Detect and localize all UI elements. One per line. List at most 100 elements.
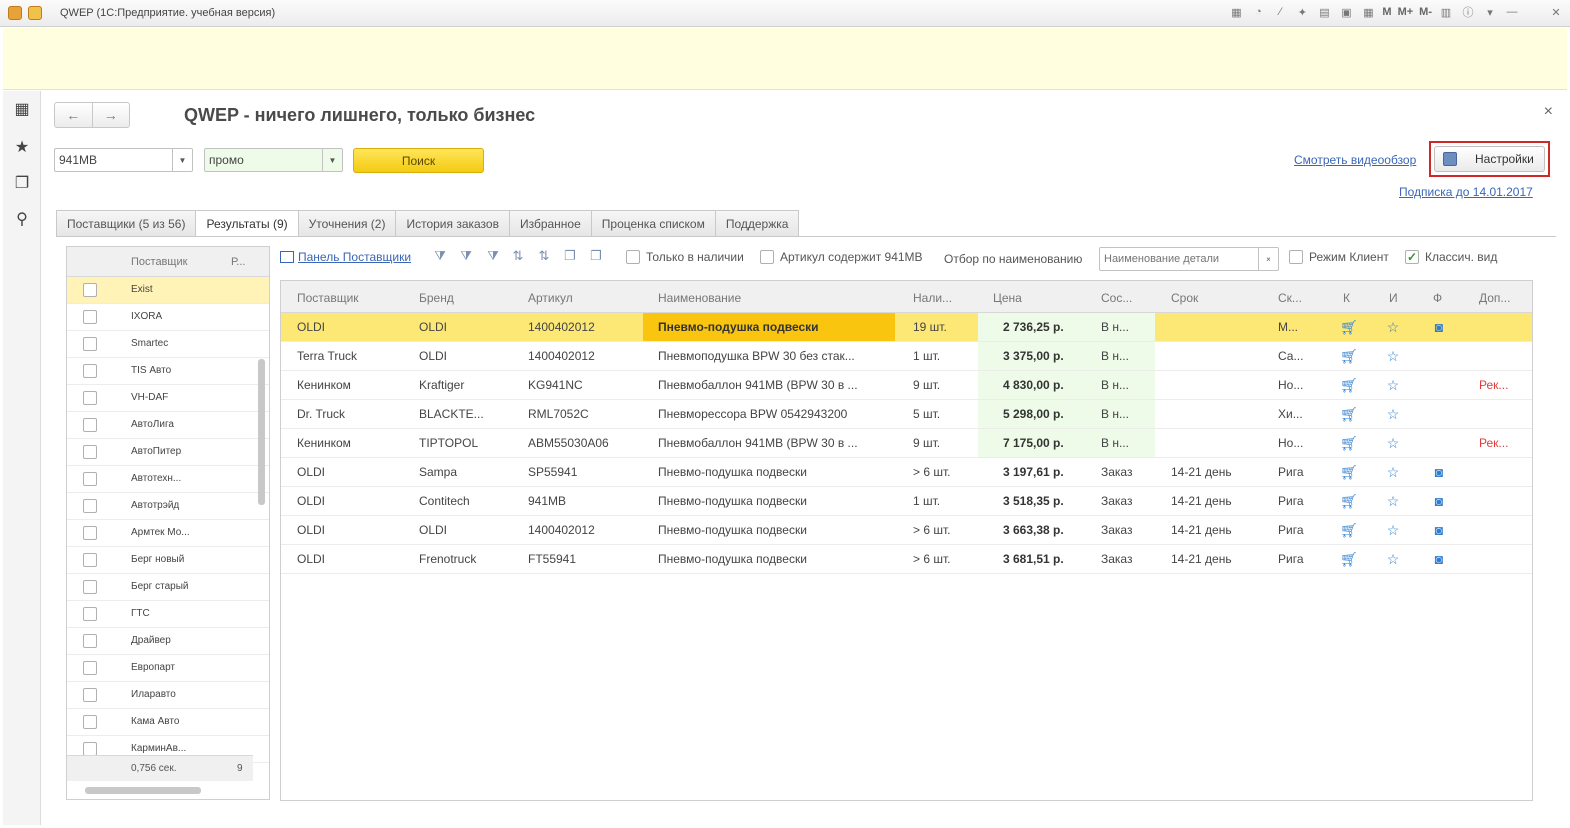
classic-view-checkbox[interactable]: ✓ Классич. вид [1405,250,1497,264]
supplier-checkbox[interactable] [83,688,97,702]
list-item[interactable]: Армтек Мо... [67,520,269,547]
cart-icon[interactable]: 🛒︎ [1340,493,1358,509]
list-item[interactable]: IXORA [67,304,269,331]
cart-icon[interactable]: 🛒︎ [1340,348,1358,364]
app-menu-icon[interactable] [28,6,42,20]
supplier-checkbox[interactable] [83,715,97,729]
filter-edit-icon[interactable]: ⧩ [458,247,474,265]
app-icon[interactable] [8,6,22,20]
star-outline-icon[interactable]: ☆ [1385,348,1401,364]
copy-icon[interactable]: ❐ [562,247,578,265]
only-in-stock-box[interactable] [626,250,640,264]
suppliers-vertical-scrollbar[interactable] [258,359,265,505]
list-item[interactable]: Exist [67,277,269,304]
only-in-stock-checkbox[interactable]: Только в наличии [626,250,744,264]
table-row[interactable]: OLDI Frenotruck FT55941 Пневмо-подушка подв… [281,545,1532,574]
sort-asc-icon[interactable]: ⇅ [510,247,526,265]
supplier-checkbox[interactable] [83,364,97,378]
subscription-link[interactable]: Подписка до 14.01.2017 [1399,185,1533,199]
suppliers-header-col2[interactable]: Р... [231,256,245,268]
col-favorite[interactable]: И [1389,291,1398,305]
grid-menu-icon[interactable]: ▦ [12,99,32,119]
search-mode-input[interactable] [205,149,322,171]
back-button[interactable]: ← [55,103,92,127]
supplier-checkbox[interactable] [83,553,97,567]
history-icon[interactable]: ◔ [1250,4,1266,20]
calculator-icon[interactable]: ▦ [1360,4,1376,20]
table-row[interactable]: OLDI Sampa SP55941 Пневмо-подушка подвески >… [281,458,1532,487]
info-icon[interactable]: ⓘ [1460,4,1476,20]
list-item[interactable]: TIS Авто [67,358,269,385]
list-item[interactable]: Драйвер [67,628,269,655]
table-row[interactable]: OLDI OLDI 1400402012 Пневмо-подушка подвеск… [281,313,1532,342]
check-icon[interactable]: ✓ [1405,250,1419,264]
tab-favorites[interactable]: Избранное [508,210,592,236]
col-supplier[interactable]: Поставщик [297,291,359,305]
panels-icon[interactable]: ▥ [1438,4,1454,20]
col-brand[interactable]: Бренд [419,291,454,305]
list-item[interactable]: Европарт [67,655,269,682]
calendar-icon[interactable]: ▦ [1228,4,1244,20]
supplier-checkbox[interactable] [83,634,97,648]
col-status[interactable]: Сос... [1101,291,1132,305]
tab-order-history[interactable]: История заказов [395,210,510,236]
tab-results[interactable]: Результаты (9) [195,210,299,237]
supplier-checkbox[interactable] [83,472,97,486]
supplier-checkbox[interactable] [83,337,97,351]
client-mode-box[interactable] [1289,250,1303,264]
chevron-down-icon[interactable]: ▾ [1482,4,1498,20]
list-item[interactable]: Кама Авто [67,709,269,736]
col-name[interactable]: Наименование [658,291,741,305]
supplier-checkbox[interactable] [83,391,97,405]
memory-minus-button[interactable]: M- [1419,4,1432,20]
supplier-checkbox[interactable] [83,310,97,324]
col-extra[interactable]: Доп... [1479,291,1510,305]
star-outline-icon[interactable]: ☆ [1385,435,1401,451]
maximize-icon[interactable] [1526,4,1542,20]
table-row[interactable]: Кенинком Kraftiger KG941NC Пневмобаллон 941… [281,371,1532,400]
col-availability[interactable]: Нали... [913,291,952,305]
search-icon[interactable]: ⚲ [12,209,32,229]
col-stock[interactable]: Ск... [1278,291,1302,305]
memory-plus-button[interactable]: M+ [1398,4,1414,20]
table-row[interactable]: Terra Truck OLDI 1400402012 Пневмоподушка B… [281,342,1532,371]
list-item[interactable]: АвтоПитер [67,439,269,466]
clear-icon[interactable]: × [1258,248,1278,270]
supplier-checkbox[interactable] [83,499,97,513]
favorites-add-icon[interactable]: ✦ [1294,4,1310,20]
list-item[interactable]: Автотехн... [67,466,269,493]
cart-icon[interactable]: 🛒︎ [1340,522,1358,538]
supplier-checkbox[interactable] [83,283,97,297]
name-filter-field[interactable]: × [1099,247,1279,271]
suppliers-panel-link[interactable]: Панель Поставщики [280,250,411,264]
filter-clear-icon[interactable]: ⧩ [485,247,501,265]
article-contains-checkbox[interactable]: Артикул содержит 941MB [760,250,923,264]
tab-list-pricing[interactable]: Проценка списком [590,210,716,236]
star-outline-icon[interactable]: ☆ [1385,377,1401,393]
list-item[interactable]: Берг новый [67,547,269,574]
star-outline-icon[interactable]: ☆ [1385,493,1401,509]
suppliers-horizontal-scrollbar[interactable] [85,787,201,794]
camera-icon[interactable]: ◙ [1431,493,1447,509]
star-icon[interactable]: ★ [12,137,32,157]
list-item[interactable]: Иларавто [67,682,269,709]
col-article[interactable]: Артикул [528,291,573,305]
supplier-checkbox[interactable] [83,607,97,621]
sort-desc-icon[interactable]: ⇅ [536,247,552,265]
cart-icon[interactable]: 🛒︎ [1340,406,1358,422]
suppliers-header-name[interactable]: Поставщик [131,256,187,268]
star-outline-icon[interactable]: ☆ [1385,522,1401,538]
col-term[interactable]: Срок [1171,291,1198,305]
table-row[interactable]: Dr. Truck BLACKTE... RML7052C Пневморессора… [281,400,1532,429]
article-input[interactable] [55,149,172,171]
list-item[interactable]: АвтоЛига [67,412,269,439]
camera-icon[interactable]: ◙ [1431,522,1447,538]
filter-icon[interactable]: ⧩ [432,247,448,265]
history-icon[interactable]: ❐ [12,173,32,193]
list-item[interactable]: Smartec [67,331,269,358]
table-row[interactable]: Кенинком TIPTOPOL ABM55030A06 Пневмобаллон … [281,429,1532,458]
table-row[interactable]: OLDI OLDI 1400402012 Пневмо-подушка подвеск… [281,516,1532,545]
col-price[interactable]: Цена [993,291,1022,305]
table-row[interactable]: OLDI Contitech 941MB Пневмо-подушка подвеск… [281,487,1532,516]
settings-button[interactable]: Настройки [1434,146,1545,172]
